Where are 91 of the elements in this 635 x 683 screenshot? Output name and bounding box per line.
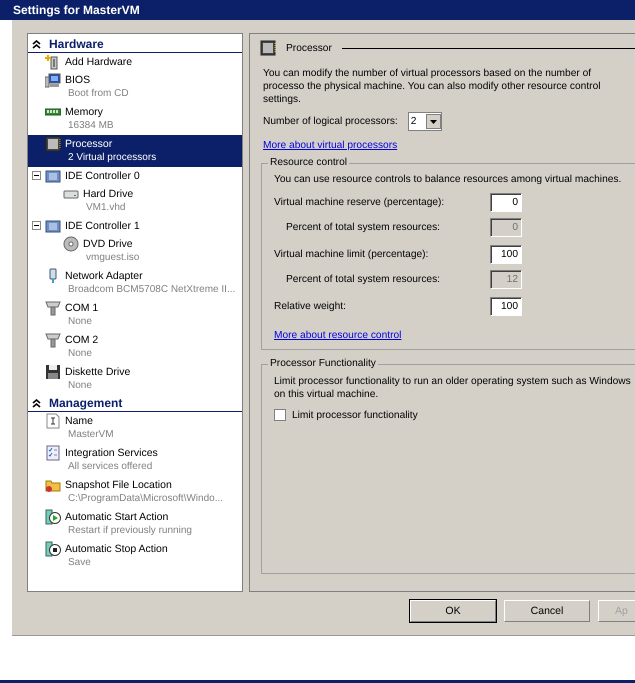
item-name: Diskette Drive xyxy=(65,366,130,378)
tree-item[interactable]: DVD Drive vmguest.iso xyxy=(28,235,242,267)
item-detail: All services offered xyxy=(67,460,152,474)
dialog-button[interactable]: OK xyxy=(410,600,496,622)
field-label: Percent of total system resources: xyxy=(285,222,442,233)
play-icon xyxy=(45,508,61,524)
item-detail: Broadcom BCM5708C NetXtreme II... xyxy=(67,283,236,297)
item-detail: None xyxy=(67,315,92,329)
tree-item[interactable]: COM 1 None xyxy=(28,299,242,331)
item-name: COM 2 xyxy=(65,334,98,346)
processors-dropdown[interactable]: 2 xyxy=(408,112,442,131)
tree-item[interactable]: Processor 2 Virtual processors xyxy=(28,135,242,167)
collapse-box-icon[interactable] xyxy=(32,171,40,180)
computer-icon xyxy=(45,72,61,88)
field-label: Number of logical processors: xyxy=(263,116,398,127)
collapse-box-icon[interactable] xyxy=(32,221,40,230)
stop-icon xyxy=(45,540,61,556)
item-detail: None xyxy=(67,379,92,393)
section-title: Hardware xyxy=(49,37,104,51)
number-field[interactable]: 100 xyxy=(490,297,522,316)
item-detail: 2 Virtual processors xyxy=(67,151,156,165)
item-detail: Save xyxy=(67,556,91,570)
field-label: Virtual machine limit (percentage): xyxy=(274,249,430,260)
collapse-icon[interactable] xyxy=(32,40,41,48)
description-text: You can use resource controls to balance resources among virtual machines. xyxy=(274,174,622,185)
item-name: BIOS xyxy=(65,74,90,86)
window-title: Settings for MasterVM xyxy=(13,3,140,17)
item-name: Snapshot File Location xyxy=(65,478,172,490)
tree-item[interactable]: Add Hardware xyxy=(28,53,242,71)
item-detail: 16384 MB xyxy=(67,119,114,133)
item-name: IDE Controller 0 xyxy=(65,170,140,182)
controller-card-icon xyxy=(45,218,61,234)
item-name: COM 1 xyxy=(65,302,98,314)
section-title: Management xyxy=(49,396,122,410)
description-text: Limit processor functionality to run an older operating system such as Windows on this virtual machine. xyxy=(274,375,632,401)
collapse-icon[interactable] xyxy=(32,398,41,408)
number-field[interactable]: 100 xyxy=(490,245,522,264)
field-label: Percent of total system resources: xyxy=(285,274,442,285)
serial-port-icon xyxy=(45,332,61,348)
field-label: Relative weight: xyxy=(274,301,347,312)
item-name: DVD Drive xyxy=(83,238,133,250)
item-name: Automatic Stop Action xyxy=(65,542,168,554)
description-text: You can modify the number of virtual processors based on the number of processo the physical machine. You can also modify other resource control settings. xyxy=(263,67,602,106)
dialog-button[interactable]: Cancel xyxy=(504,600,590,622)
item-name: Add Hardware xyxy=(65,56,132,68)
section-title: Processor xyxy=(286,42,332,54)
section-header[interactable]: Hardware xyxy=(28,36,242,53)
item-name: Automatic Start Action xyxy=(65,510,168,522)
processor-chip-icon xyxy=(45,136,61,152)
disc-icon xyxy=(63,236,79,252)
text-cursor-icon xyxy=(45,412,61,428)
item-name: Hard Drive xyxy=(83,188,134,200)
tree-item[interactable]: Memory 16384 MB xyxy=(28,103,242,135)
checkbox-label: Limit processor functionality xyxy=(292,410,418,420)
tree-item[interactable]: IDE Controller 0 xyxy=(28,167,242,185)
tree-item[interactable]: Snapshot File Location C:\ProgramData\Microsoft\Windo... xyxy=(28,476,242,508)
tree-item[interactable]: Integration Services All services offered xyxy=(28,444,242,476)
item-detail: VM1.vhd xyxy=(85,201,126,215)
tree-item[interactable]: Automatic Start Action Restart if previously running xyxy=(28,508,242,540)
item-name: Processor xyxy=(65,138,112,150)
processor-chip-icon xyxy=(260,40,276,56)
number-field[interactable]: 0 xyxy=(490,193,522,212)
tree-item[interactable]: Automatic Stop Action Save xyxy=(28,540,242,572)
tree-item[interactable]: IDE Controller 1 xyxy=(28,217,242,235)
tree-item[interactable]: Network Adapter Broadcom BCM5708C NetXtreme II... xyxy=(28,267,242,299)
tree-item[interactable]: Hard Drive VM1.vhd xyxy=(28,185,242,217)
item-detail: Restart if previously running xyxy=(67,524,192,538)
checkbox[interactable] xyxy=(274,409,286,421)
tree-item[interactable]: COM 2 None xyxy=(28,331,242,363)
item-name: Integration Services xyxy=(65,446,158,458)
tree-item[interactable]: Diskette Drive None xyxy=(28,363,242,395)
serial-port-icon xyxy=(45,300,61,316)
group-title: Processor Functionality xyxy=(268,358,378,369)
item-name: Memory xyxy=(65,106,103,118)
item-detail: C:\ProgramData\Microsoft\Windo... xyxy=(67,492,224,506)
item-detail: vmguest.iso xyxy=(85,251,140,265)
item-detail: None xyxy=(67,347,92,361)
item-name: Name xyxy=(65,414,94,426)
item-name: IDE Controller 1 xyxy=(65,220,140,232)
item-detail: MasterVM xyxy=(67,428,114,442)
controller-card-icon xyxy=(45,168,61,184)
help-link[interactable]: More about resource control xyxy=(274,330,402,341)
group-title: Resource control xyxy=(268,157,350,168)
tree-item[interactable]: Name MasterVM xyxy=(28,412,242,444)
field-label: Virtual machine reserve (percentage): xyxy=(274,197,446,208)
checklist-icon xyxy=(45,444,61,460)
section-header[interactable]: Management xyxy=(28,395,242,412)
item-detail: Boot from CD xyxy=(67,87,129,101)
tree-item[interactable]: BIOS Boot from CD xyxy=(28,71,242,103)
help-link[interactable]: More about virtual processors xyxy=(263,140,398,151)
item-name: Network Adapter xyxy=(65,270,143,282)
